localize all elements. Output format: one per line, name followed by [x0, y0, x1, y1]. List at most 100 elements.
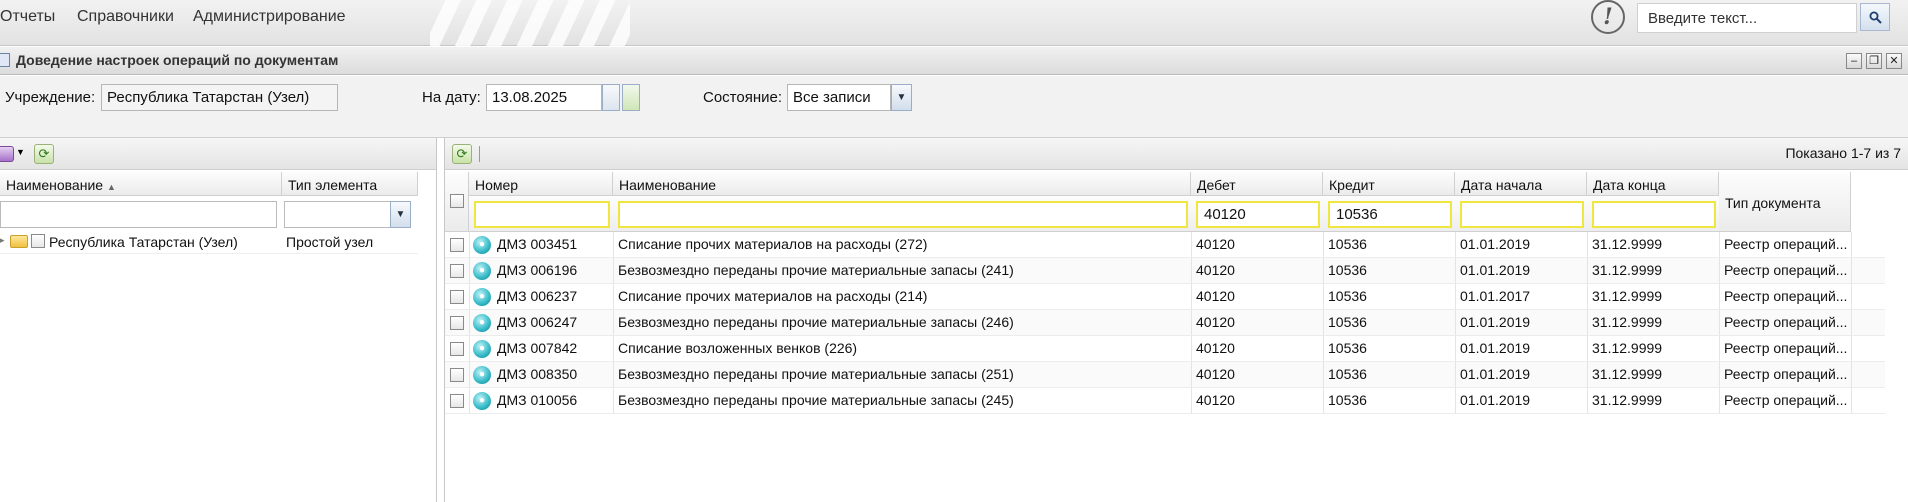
select-all-checkbox[interactable]: [450, 194, 464, 208]
row-checkbox[interactable]: [450, 290, 464, 304]
tree-header-type[interactable]: Тип элемента: [282, 172, 418, 196]
add-icon[interactable]: [0, 146, 14, 162]
tree-node-checkbox[interactable]: [31, 234, 45, 248]
row-number: ДМЗ 006247: [497, 314, 578, 330]
column-divider: [1587, 232, 1588, 257]
column-divider: [1323, 362, 1324, 387]
row-name: Списание возложенных венков (226): [618, 340, 858, 356]
chevron-down-icon[interactable]: ▼: [891, 84, 912, 111]
tree-filter-name[interactable]: [0, 201, 277, 228]
table-row[interactable]: ● ДМЗ 010056 Безвозмездно переданы прочие …: [445, 388, 1885, 414]
column-divider: [1323, 284, 1324, 309]
column-divider: [1191, 258, 1192, 283]
row-name: Безвозмездно переданы прочие материальны…: [618, 366, 1014, 382]
row-number: ДМЗ 008350: [497, 366, 578, 382]
row-checkbox[interactable]: [450, 264, 464, 278]
filter-number[interactable]: [474, 201, 610, 228]
calendar-icon[interactable]: [602, 84, 620, 111]
institution-field[interactable]: Республика Татарстан (Узел): [101, 84, 338, 111]
row-doc-type: Реестр операций...: [1724, 314, 1848, 330]
filter-credit[interactable]: 10536: [1328, 201, 1452, 228]
col-end-date[interactable]: Дата конца: [1587, 172, 1719, 196]
table-row[interactable]: ● ДМЗ 006196 Безвозмездно переданы прочие …: [445, 258, 1885, 284]
row-debit: 40120: [1196, 366, 1235, 382]
row-checkbox[interactable]: [450, 394, 464, 408]
row-credit: 10536: [1328, 392, 1367, 408]
search-button[interactable]: [1860, 3, 1890, 31]
row-start-date: 01.01.2019: [1460, 262, 1531, 278]
column-divider: [1851, 362, 1852, 387]
col-start-date[interactable]: Дата начала: [1455, 172, 1587, 196]
date-label: На дату:: [422, 89, 481, 106]
row-doc-type: Реестр операций...: [1724, 366, 1848, 382]
tree-filter-type[interactable]: [284, 201, 396, 228]
folder-icon: [10, 235, 28, 248]
date-field[interactable]: 13.08.2025: [486, 84, 602, 111]
menu-administration[interactable]: Администрирование: [193, 8, 346, 26]
row-credit: 10536: [1328, 262, 1367, 278]
window-titlebar: Доведение настроек операций по документа…: [0, 47, 1908, 75]
table-row[interactable]: ● ДМЗ 008350 Безвозмездно переданы прочие …: [445, 362, 1885, 388]
info-icon[interactable]: !: [1591, 0, 1625, 34]
col-number[interactable]: Номер: [469, 172, 613, 196]
col-debit[interactable]: Дебет: [1191, 172, 1323, 196]
institution-label: Учреждение:: [5, 89, 96, 106]
row-checkbox[interactable]: [450, 342, 464, 356]
chevron-down-icon[interactable]: ▼: [390, 201, 411, 228]
date-refresh-icon[interactable]: [622, 84, 640, 111]
row-start-date: 01.01.2019: [1460, 366, 1531, 382]
top-menu-bar: Отчеты Справочники Администрирование ! В…: [0, 0, 1908, 46]
state-select[interactable]: Все записи: [787, 84, 891, 111]
tree-header-name[interactable]: Наименование ▲: [0, 172, 282, 196]
column-divider: [1455, 362, 1456, 387]
table-row[interactable]: ● ДМЗ 006247 Безвозмездно переданы прочие …: [445, 310, 1885, 336]
menu-directories[interactable]: Справочники: [77, 8, 174, 26]
expand-icon[interactable]: ▸: [0, 235, 5, 246]
row-number: ДМЗ 007842: [497, 340, 578, 356]
filter-debit[interactable]: 40120: [1196, 201, 1320, 228]
row-credit: 10536: [1328, 314, 1367, 330]
refresh-icon[interactable]: ⟳: [452, 144, 472, 164]
row-end-date: 31.12.9999: [1592, 288, 1663, 304]
filter-start-date[interactable]: [1460, 201, 1584, 228]
tree-node-type: Простой узел: [286, 234, 374, 250]
col-doc-type[interactable]: Тип документа: [1719, 172, 1851, 232]
column-divider: [1719, 284, 1720, 309]
tree-node[interactable]: ▸ Республика Татарстан (Узел) Простой уз…: [0, 230, 418, 254]
close-icon[interactable]: ✕: [1886, 53, 1902, 69]
column-divider: [1587, 362, 1588, 387]
grid-toolbar: ⟳ Показано 1-7 из 7: [445, 138, 1908, 170]
row-name: Списание прочих материалов на расходы (2…: [618, 236, 928, 252]
table-row[interactable]: ● ДМЗ 007842 Списание возложенных венков (…: [445, 336, 1885, 362]
column-divider: [613, 258, 614, 283]
row-checkbox[interactable]: [450, 316, 464, 330]
paging-info: Показано 1-7 из 7: [1785, 145, 1901, 161]
filter-name[interactable]: [618, 201, 1188, 228]
col-name[interactable]: Наименование: [613, 172, 1191, 196]
refresh-icon[interactable]: ⟳: [34, 144, 54, 164]
search-icon: [1869, 11, 1882, 24]
row-number: ДМЗ 006196: [497, 262, 578, 278]
sort-asc-icon: ▲: [106, 182, 116, 192]
row-checkbox[interactable]: [450, 368, 464, 382]
header-decoration: [430, 0, 630, 46]
dropdown-arrow-icon[interactable]: ▼: [16, 147, 25, 157]
column-divider: [1587, 388, 1588, 413]
table-row[interactable]: ● ДМЗ 003451 Списание прочих материалов на…: [445, 232, 1885, 258]
col-credit[interactable]: Кредит: [1323, 172, 1455, 196]
row-end-date: 31.12.9999: [1592, 262, 1663, 278]
row-name: Безвозмездно переданы прочие материальны…: [618, 314, 1014, 330]
column-divider: [1323, 336, 1324, 361]
filter-end-date[interactable]: [1592, 201, 1716, 228]
row-checkbox[interactable]: [450, 238, 464, 252]
restore-icon[interactable]: ❐: [1866, 53, 1882, 69]
table-row[interactable]: ● ДМЗ 006237 Списание прочих материалов на…: [445, 284, 1885, 310]
column-divider: [613, 232, 614, 257]
row-doc-type: Реестр операций...: [1724, 262, 1848, 278]
column-divider: [1719, 388, 1720, 413]
global-search-input[interactable]: Введите текст...: [1637, 3, 1857, 33]
row-credit: 10536: [1328, 340, 1367, 356]
column-divider: [1587, 284, 1588, 309]
minimize-icon[interactable]: –: [1846, 53, 1862, 69]
menu-reports[interactable]: Отчеты: [0, 8, 55, 26]
